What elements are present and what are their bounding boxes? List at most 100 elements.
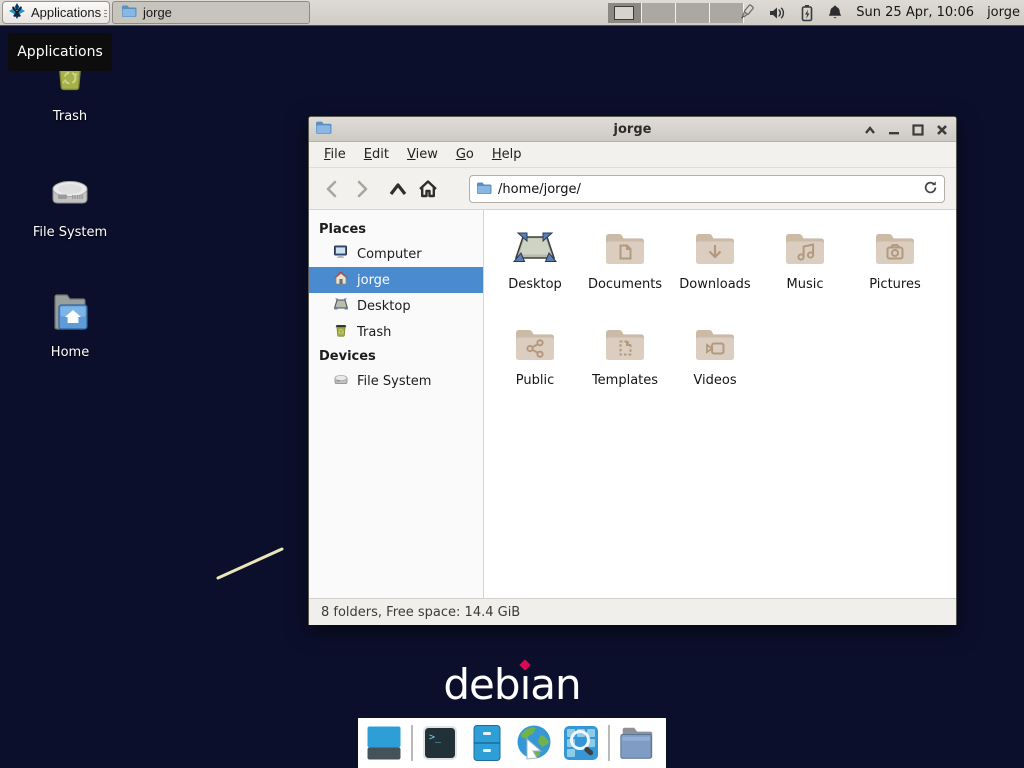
system-tray: Sun 25 Apr, 10:06 jorge <box>736 0 1020 25</box>
notification-bell-icon[interactable] <box>827 4 843 22</box>
home-icon <box>333 270 349 290</box>
music-folder-icon <box>781 224 829 272</box>
terminal-icon[interactable]: >_ <box>420 723 460 763</box>
toolbar: /home/jorge/ <box>309 168 956 210</box>
file-folder-icon[interactable] <box>617 723 657 763</box>
folder-item-music[interactable]: Music <box>760 224 850 320</box>
window-titlebar[interactable]: jorge <box>309 117 956 142</box>
desktop-icon-home[interactable]: Home <box>25 288 115 360</box>
paint-stroke <box>214 544 288 584</box>
up-button[interactable] <box>383 174 413 204</box>
statusbar: 8 folders, Free space: 14.4 GiB <box>309 598 956 625</box>
folder-item-label: Downloads <box>679 277 750 292</box>
taskbar-window-button[interactable]: jorge <box>112 1 310 24</box>
sidebar-item-file-system[interactable]: File System <box>309 368 483 394</box>
folder-item-public[interactable]: Public <box>490 320 580 416</box>
path-text[interactable]: /home/jorge/ <box>498 182 917 197</box>
hard-drive-icon <box>46 168 94 220</box>
file-cabinet-icon[interactable] <box>467 723 507 763</box>
user-indicator[interactable]: jorge <box>987 5 1020 20</box>
dock: >_ <box>358 718 666 768</box>
menu-go[interactable]: Go <box>447 143 483 166</box>
folder-item-pictures[interactable]: Pictures <box>850 224 940 320</box>
folder-icon <box>315 120 332 139</box>
folder-view[interactable]: Desktop Documents Downloads <box>484 210 956 598</box>
reload-icon[interactable] <box>923 180 938 199</box>
applications-menu-icon <box>8 2 26 23</box>
workspace-2[interactable] <box>642 3 676 23</box>
menu-edit[interactable]: Edit <box>355 143 398 166</box>
public-folder-icon <box>511 320 559 368</box>
folder-item-templates[interactable]: Templates <box>580 320 670 416</box>
sidebar-item-label: File System <box>357 374 431 389</box>
stylus-icon[interactable] <box>736 4 756 22</box>
folder-item-label: Videos <box>693 373 736 388</box>
desktop-icon-file-system[interactable]: File System <box>25 168 115 240</box>
applications-menu-button[interactable]: Applications <box>2 1 110 24</box>
folder-item-label: Public <box>516 373 554 388</box>
folder-item-label: Pictures <box>869 277 920 292</box>
web-browser-icon[interactable] <box>514 723 554 763</box>
workspace-window-thumb <box>614 6 634 20</box>
menu-help[interactable]: Help <box>483 143 531 166</box>
battery-charging-icon[interactable] <box>800 4 814 22</box>
sidebar: Places Computer <box>309 210 484 598</box>
workspace-switcher[interactable] <box>608 3 744 23</box>
documents-folder-icon <box>601 224 649 272</box>
workspace-1[interactable] <box>608 3 642 23</box>
panel-drag-handle[interactable] <box>104 4 110 22</box>
volume-icon[interactable] <box>769 5 787 21</box>
applications-menu-label: Applications <box>31 5 101 20</box>
top-panel: Applications jorge <box>0 0 1024 26</box>
folder-item-label: Desktop <box>508 277 562 292</box>
folder-item-videos[interactable]: Videos <box>670 320 760 416</box>
sidebar-item-label: jorge <box>357 273 390 288</box>
debian-logo-text: deb <box>443 660 519 709</box>
computer-icon <box>333 244 349 264</box>
workspace-3[interactable] <box>676 3 710 23</box>
menubar: File Edit View Go Help <box>309 142 956 168</box>
taskbar-window-label: jorge <box>143 5 172 20</box>
folder-item-label: Music <box>787 277 824 292</box>
folder-icon <box>121 4 137 21</box>
debian-logo: debıan <box>0 660 1024 709</box>
sidebar-header-places: Places <box>309 218 483 241</box>
videos-folder-icon <box>691 320 739 368</box>
desktop-icon-label: Home <box>51 345 89 360</box>
home-folder-icon <box>46 288 94 340</box>
sidebar-item-jorge[interactable]: jorge <box>309 267 483 293</box>
sidebar-item-trash[interactable]: Trash <box>309 319 483 345</box>
desktop-icon <box>333 296 349 316</box>
sidebar-item-computer[interactable]: Computer <box>309 241 483 267</box>
templates-folder-icon <box>601 320 649 368</box>
desktop-icon-label: Trash <box>53 109 87 124</box>
minimize-button[interactable] <box>886 122 902 138</box>
menu-file[interactable]: File <box>315 143 355 166</box>
hard-drive-icon <box>333 371 349 391</box>
trash-icon <box>333 322 349 342</box>
shade-button[interactable] <box>862 122 878 138</box>
show-desktop-icon[interactable] <box>364 723 404 763</box>
sidebar-item-desktop[interactable]: Desktop <box>309 293 483 319</box>
window-title: jorge <box>309 122 956 137</box>
pictures-folder-icon <box>871 224 919 272</box>
folder-icon <box>476 180 492 199</box>
back-button[interactable] <box>317 174 347 204</box>
desktop-special-icon <box>511 224 559 272</box>
desktop-icon-label: File System <box>33 225 107 240</box>
clock[interactable]: Sun 25 Apr, 10:06 <box>856 5 974 20</box>
maximize-button[interactable] <box>910 122 926 138</box>
file-manager-window: jorge File Edit View Go Help <box>308 116 957 625</box>
application-finder-icon[interactable] <box>561 723 601 763</box>
folder-item-downloads[interactable]: Downloads <box>670 224 760 320</box>
location-bar[interactable]: /home/jorge/ <box>469 175 945 203</box>
sidebar-header-devices: Devices <box>309 345 483 368</box>
folder-item-documents[interactable]: Documents <box>580 224 670 320</box>
menu-view[interactable]: View <box>398 143 447 166</box>
downloads-folder-icon <box>691 224 739 272</box>
folder-item-desktop[interactable]: Desktop <box>490 224 580 320</box>
close-button[interactable] <box>934 122 950 138</box>
forward-button[interactable] <box>347 174 377 204</box>
home-button[interactable] <box>413 174 443 204</box>
statusbar-text: 8 folders, Free space: 14.4 GiB <box>321 605 520 620</box>
